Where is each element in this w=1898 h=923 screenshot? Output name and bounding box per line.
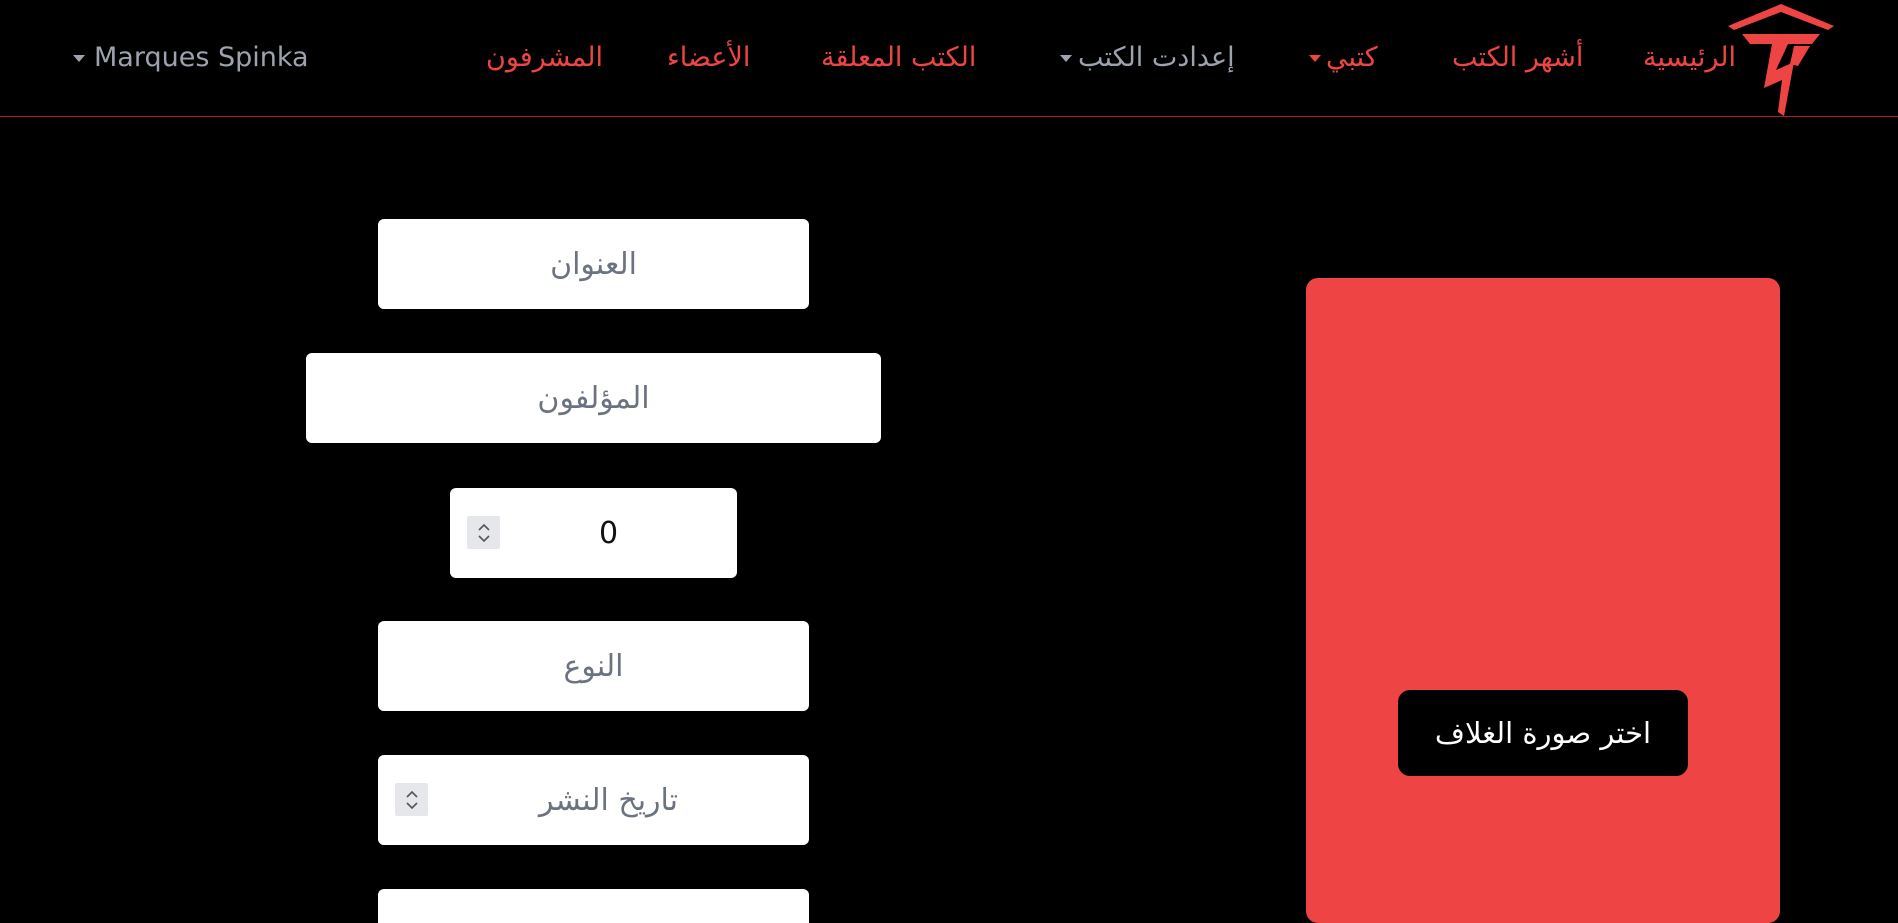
genre-input[interactable]: النوع <box>378 621 809 711</box>
next-input[interactable] <box>378 889 809 923</box>
title-placeholder: العنوان <box>550 246 637 282</box>
user-menu-chevron-icon[interactable] <box>73 55 85 62</box>
chevron-down-icon[interactable] <box>1309 55 1321 62</box>
title-input[interactable]: العنوان <box>378 219 809 309</box>
nav-book-settings[interactable]: إعدادت الكتب <box>1078 40 1235 76</box>
navbar: الرئيسية أشهر الكتب كتبي إعدادت الكتب ال… <box>0 0 1898 117</box>
nav-members[interactable]: الأعضاء <box>667 40 750 76</box>
nav-moderators[interactable]: المشرفون <box>486 40 603 76</box>
publish-date-input[interactable]: تاريخ النشر <box>378 755 809 845</box>
nav-popular-books[interactable]: أشهر الكتب <box>1452 40 1583 76</box>
user-menu[interactable]: Marques Spinka <box>94 40 309 76</box>
nav-home[interactable]: الرئيسية <box>1643 40 1736 76</box>
number-spinner-icon[interactable] <box>467 516 500 549</box>
authors-placeholder: المؤلفون <box>537 380 650 416</box>
nav-my-books[interactable]: كتبي <box>1326 40 1378 76</box>
choose-cover-button[interactable]: اختر صورة الغلاف <box>1398 690 1688 776</box>
number-input[interactable]: 0 <box>450 488 737 578</box>
authors-input[interactable]: المؤلفون <box>306 353 881 443</box>
number-value: 0 <box>598 515 619 551</box>
date-spinner-icon[interactable] <box>395 783 428 816</box>
nav-pending-books[interactable]: الكتب المعلقة <box>821 40 976 76</box>
cover-image-panel <box>1306 278 1780 923</box>
logo-icon[interactable] <box>1724 4 1838 116</box>
chevron-down-icon[interactable] <box>1060 55 1072 62</box>
publish-date-placeholder: تاريخ النشر <box>538 782 679 818</box>
genre-placeholder: النوع <box>563 648 624 684</box>
